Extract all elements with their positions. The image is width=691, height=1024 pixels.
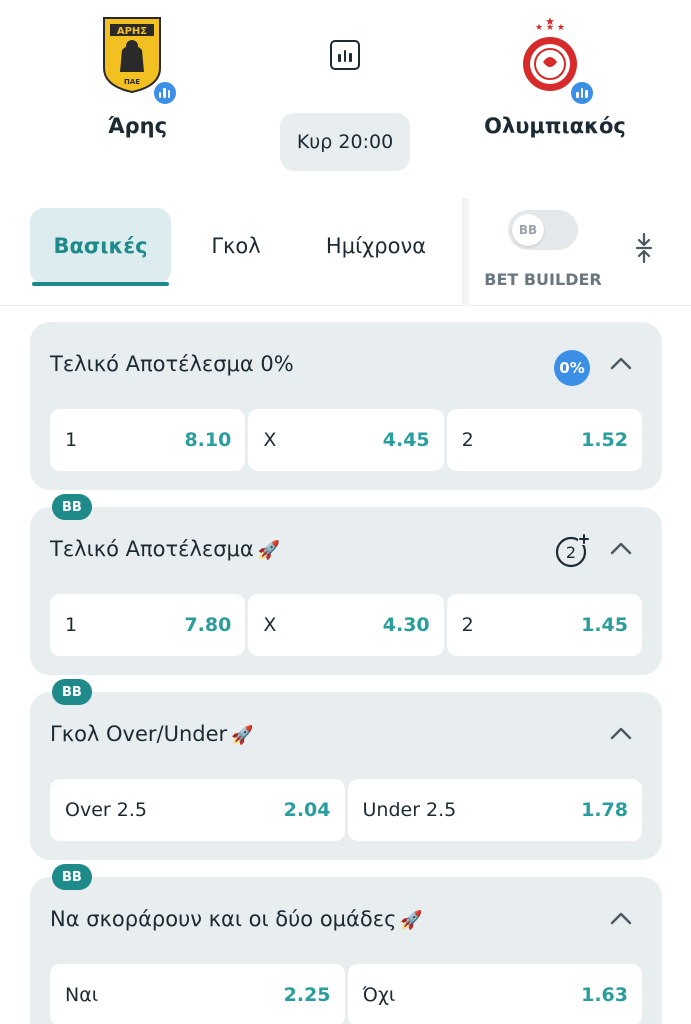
rocket-icon: 🚀 — [231, 725, 254, 746]
odd-label: 1 — [65, 429, 78, 451]
odd-label: Over 2.5 — [65, 799, 147, 821]
kickoff-time: Κυρ 20:00 — [280, 113, 410, 171]
home-team[interactable]: ΑΡΗΣ ΠΑΕ Άρης — [70, 0, 205, 138]
odd-value: 4.45 — [382, 429, 430, 451]
odd-button[interactable]: Όχι 1.63 — [347, 964, 642, 1024]
market-both-teams-score: BB Να σκοράρουν και οι δύο ομάδες 🚀 Ναι 2.… — [30, 864, 662, 1024]
odds-row: Over 2.5 2.04 Under 2.5 1.78 — [50, 779, 642, 841]
bet-builder-toggle-knob: BB — [512, 214, 544, 246]
odd-label: 2 — [461, 429, 474, 451]
market-title: Γκολ Over/Under 🚀 — [50, 722, 254, 746]
bet-builder-tag: BB — [52, 679, 92, 705]
odd-label: Ναι — [65, 984, 99, 1006]
rocket-icon: 🚀 — [400, 910, 423, 931]
odd-button[interactable]: 1 7.80 — [50, 594, 246, 656]
two-plus-icon: 2 — [555, 533, 590, 568]
away-crest: ★ ★ ★ — [515, 10, 595, 106]
bet-builder-label: BET BUILDER — [484, 270, 602, 289]
odds-row: 1 7.80 X 4.30 2 1.45 — [50, 594, 642, 656]
bet-builder-tag: BB — [52, 494, 92, 520]
odd-value: 2.25 — [283, 984, 331, 1006]
odd-value: 1.63 — [581, 984, 628, 1006]
bet-builder-toggle[interactable]: BB — [508, 210, 578, 250]
rocket-icon: 🚀 — [257, 540, 281, 561]
odd-value: 7.80 — [184, 614, 232, 636]
odd-button[interactable]: X 4.45 — [248, 409, 444, 471]
odd-value: 1.45 — [581, 614, 628, 636]
odds-row: 1 8.10 X 4.45 2 1.52 — [50, 409, 642, 471]
tab-goals[interactable]: Γκολ — [196, 208, 276, 284]
match-stats-icon[interactable] — [330, 40, 360, 70]
odd-value: 2.04 — [283, 799, 331, 821]
odds-row: Ναι 2.25 Όχι 1.63 — [50, 964, 642, 1024]
odd-button[interactable]: 2 1.45 — [446, 594, 642, 656]
market-title: Τελικό Αποτέλεσμα 🚀 — [50, 537, 281, 561]
svg-text:★ ★ ★: ★ ★ ★ — [535, 23, 565, 33]
odd-label: 2 — [461, 614, 474, 636]
chevron-up-icon[interactable] — [610, 726, 632, 740]
away-team-name: Ολυμπιακός — [484, 114, 626, 138]
market-tabs: Βασικές Γκολ Ημίχρονα BB BET BUILDER — [0, 198, 691, 306]
aris-crest-icon: ΑΡΗΣ ΠΑΕ — [102, 17, 161, 94]
svg-text:2: 2 — [566, 543, 576, 562]
market-title: Τελικό Αποτέλεσμα 0% — [50, 352, 294, 376]
collapse-all-icon[interactable] — [634, 232, 654, 264]
odd-label: X — [263, 614, 277, 636]
crest-text: ΑΡΗΣ — [116, 26, 146, 37]
odd-label: X — [263, 429, 277, 451]
odd-button[interactable]: Under 2.5 1.78 — [347, 779, 642, 841]
market-goals-over-under: BB Γκολ Over/Under 🚀 Over 2.5 2.04 Under 2… — [30, 679, 662, 860]
away-stats-icon[interactable] — [569, 80, 595, 106]
odd-label: Under 2.5 — [362, 799, 457, 821]
odd-button[interactable]: 2 1.52 — [446, 409, 642, 471]
tabs-divider — [462, 198, 470, 306]
odd-button[interactable]: X 4.30 — [248, 594, 444, 656]
home-crest: ΑΡΗΣ ΠΑΕ — [98, 10, 178, 106]
crest-sub: ΠΑΕ — [123, 78, 139, 86]
chevron-up-icon[interactable] — [610, 911, 632, 925]
home-team-name: Άρης — [107, 114, 168, 138]
odd-value: 8.10 — [184, 429, 232, 451]
chevron-up-icon[interactable] — [610, 541, 632, 555]
odd-value: 1.78 — [581, 799, 628, 821]
odd-label: Όχι — [362, 984, 396, 1006]
odd-value: 4.30 — [382, 614, 430, 636]
odd-label: 1 — [65, 614, 78, 636]
away-team[interactable]: ★ ★ ★ Ολυμπιακός — [470, 0, 640, 138]
tab-basic[interactable]: Βασικές — [30, 208, 171, 286]
chevron-up-icon[interactable] — [610, 356, 632, 370]
odd-button[interactable]: Ναι 2.25 — [50, 964, 345, 1024]
home-stats-icon[interactable] — [151, 80, 178, 106]
market-title: Να σκοράρουν και οι δύο ομάδες 🚀 — [50, 907, 423, 931]
odd-button[interactable]: Over 2.5 2.04 — [50, 779, 345, 841]
market-final-result-zero: Τελικό Αποτέλεσμα 0% 0% 1 8.10 X 4.45 2 1.5… — [30, 322, 662, 490]
odd-button[interactable]: 1 8.10 — [50, 409, 246, 471]
market-final-result: BB Τελικό Αποτέλεσμα 🚀 2 1 7.80 X 4.30 2 1.4… — [30, 494, 662, 675]
bet-builder-tag: BB — [52, 864, 92, 890]
zero-margin-badge: 0% — [554, 350, 590, 386]
odd-value: 1.52 — [581, 429, 628, 451]
tab-halves[interactable]: Ημίχρονα — [306, 208, 446, 284]
